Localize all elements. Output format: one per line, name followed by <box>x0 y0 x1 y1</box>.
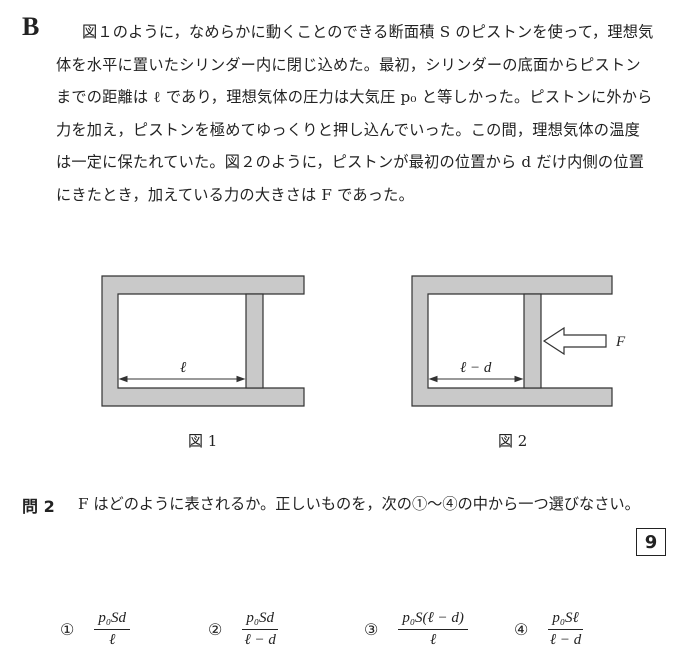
length-arrow <box>118 375 246 383</box>
choice-number: ② <box>208 620 223 639</box>
choice-number: ④ <box>514 620 529 639</box>
choice-3[interactable]: ③ p₀S(ℓ − d) ℓ <box>364 610 468 649</box>
piston <box>523 293 542 389</box>
formula-denominator: ℓ − d <box>244 632 276 648</box>
choice-1[interactable]: ① p₀Sd ℓ <box>60 610 131 649</box>
formula-numerator: p₀Sd <box>242 610 279 630</box>
formula-denominator: ℓ <box>109 632 116 648</box>
choice-formula: p₀Sd ℓ − d <box>242 610 279 649</box>
paragraph-line: にきたとき，加えている力の大きさは F であった。 <box>56 185 414 204</box>
choice-4[interactable]: ④ p₀Sℓ ℓ − d <box>514 610 583 649</box>
section-letter: B <box>22 12 40 41</box>
choice-2[interactable]: ② p₀Sd ℓ − d <box>208 610 279 649</box>
cylinder-wall <box>101 275 305 407</box>
paragraph-line: 力を加え，ピストンを極めてゆっくりと押し込んでいった。この間，理想気体の温度 <box>56 120 640 139</box>
force-label: F <box>615 334 626 350</box>
figure-2-cylinder: ℓ − d F <box>411 275 626 407</box>
figure-1-caption: 図 1 <box>188 432 218 450</box>
choice-formula: p₀S(ℓ − d) ℓ <box>398 610 468 649</box>
problem-paragraph: 図１のように，なめらかに動くことのできる断面積 S のピストンを使って，理想気 … <box>56 16 672 211</box>
paragraph-line: までの距離は ℓ であり，理想気体の圧力は大気圧 p₀ と等しかった。ピストンに… <box>56 88 653 106</box>
formula-numerator: p₀Sℓ <box>548 610 583 630</box>
question-label: 問 2 <box>22 497 55 516</box>
figure-1-cylinder: ℓ <box>101 275 305 407</box>
length-label: ℓ <box>180 360 186 376</box>
force-arrow <box>542 326 607 356</box>
length-label: ℓ − d <box>460 360 492 376</box>
formula-denominator: ℓ <box>430 632 437 648</box>
choice-formula: p₀Sℓ ℓ − d <box>548 610 583 649</box>
formula-denominator: ℓ − d <box>549 632 582 648</box>
paragraph-line: 体を水平に置いたシリンダー内に閉じ込めた。最初，シリンダーの底面からピストン <box>56 55 641 74</box>
formula-numerator: p₀S(ℓ − d) <box>398 610 468 630</box>
paragraph-line: は一定に保たれていた。図２のように，ピストンが最初の位置から d だけ内側の位置 <box>56 153 645 171</box>
length-arrow <box>428 375 524 383</box>
choice-number: ① <box>60 620 75 639</box>
piston <box>245 293 264 389</box>
formula-numerator: p₀Sd <box>94 610 131 630</box>
choice-number: ③ <box>364 620 379 639</box>
paragraph-line: 図１のように，なめらかに動くことのできる断面積 S のピストンを使って，理想気 <box>82 23 654 41</box>
choice-formula: p₀Sd ℓ <box>94 610 131 649</box>
question-text: F はどのように表されるか。正しいものを，次の①〜④の中から一つ選びなさい。 <box>78 495 640 513</box>
answer-box[interactable]: 9 <box>636 528 666 556</box>
figure-2-caption: 図 2 <box>498 432 528 450</box>
